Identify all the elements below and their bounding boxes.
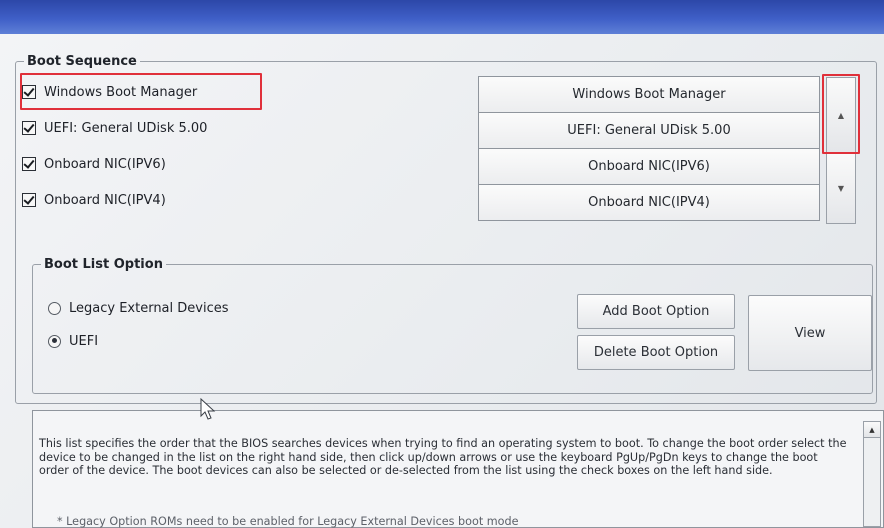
radio-label: UEFI <box>69 333 99 349</box>
boot-device-checkbox-nic-ipv6[interactable]: Onboard NIC(IPV6) <box>22 152 166 176</box>
boot-sequence-title: Boot Sequence <box>27 54 137 69</box>
boot-order-item[interactable]: Onboard NIC(IPV6) <box>478 148 820 185</box>
checkbox-checked-icon[interactable] <box>22 121 36 135</box>
radio-unselected-icon[interactable] <box>48 301 61 315</box>
arrow-up-icon: ▲ <box>869 425 875 434</box>
boot-device-label: Onboard NIC(IPV4) <box>44 192 166 208</box>
boot-device-checkbox-udisk[interactable]: UEFI: General UDisk 5.00 <box>22 116 207 140</box>
add-boot-option-button[interactable]: Add Boot Option <box>577 294 735 329</box>
arrow-down-icon: ▼ <box>837 183 845 193</box>
scroll-up-button[interactable]: ▲ <box>864 422 880 438</box>
help-description: This list specifies the order that the B… <box>39 437 847 477</box>
highlight-box <box>20 73 262 110</box>
boot-order-item[interactable]: Onboard NIC(IPV4) <box>478 184 820 221</box>
boot-device-checkbox-nic-ipv4[interactable]: Onboard NIC(IPV4) <box>22 188 166 212</box>
radio-selected-icon[interactable] <box>48 334 61 348</box>
delete-boot-option-button[interactable]: Delete Boot Option <box>577 335 735 370</box>
boot-order-item[interactable]: Windows Boot Manager <box>478 76 820 113</box>
radio-uefi[interactable]: UEFI <box>48 331 98 351</box>
boot-device-label: UEFI: General UDisk 5.00 <box>44 120 208 136</box>
help-panel: This list specifies the order that the B… <box>32 410 884 528</box>
checkbox-checked-icon[interactable] <box>22 157 36 171</box>
help-note: * Legacy Option ROMs need to be enabled … <box>57 515 519 528</box>
boot-device-label: Onboard NIC(IPV6) <box>44 156 166 172</box>
boot-order-item[interactable]: UEFI: General UDisk 5.00 <box>478 112 820 149</box>
checkbox-checked-icon[interactable] <box>22 193 36 207</box>
boot-list-option-title: Boot List Option <box>44 257 163 272</box>
view-button[interactable]: View <box>748 295 872 371</box>
move-down-button[interactable]: ▼ <box>826 152 856 224</box>
radio-label: Legacy External Devices <box>69 300 229 316</box>
highlight-box <box>822 74 860 154</box>
title-bar <box>0 0 884 34</box>
mouse-cursor-icon <box>200 398 216 420</box>
boot-list-option-group: Boot List Option <box>32 257 873 394</box>
boot-order-list: Windows Boot Manager UEFI: General UDisk… <box>478 76 820 221</box>
help-scrollbar[interactable]: ▲ <box>863 421 881 527</box>
radio-legacy-external-devices[interactable]: Legacy External Devices <box>48 298 229 318</box>
